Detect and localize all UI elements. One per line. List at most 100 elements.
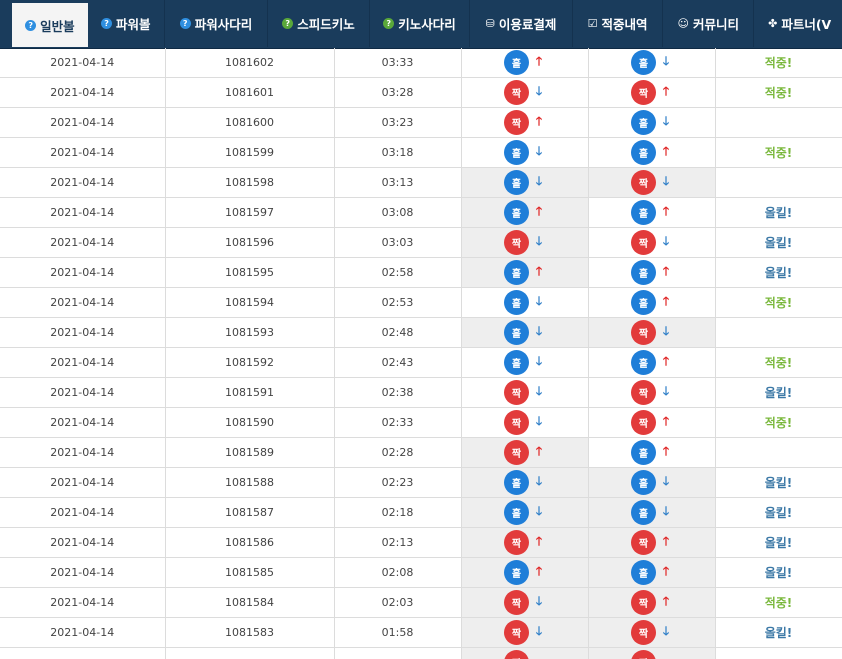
date-cell: 2021-04-14 [0, 167, 166, 198]
date-cell: 2021-04-14 [0, 197, 166, 228]
even-ball: 짝 [631, 620, 656, 645]
table-row: 2021-04-14 1081587 02:18 홀 🡓 홀 🡓 올킬! [0, 497, 842, 528]
odd-ball: 홀 [631, 260, 656, 285]
tab-label: 커뮤니티 [693, 17, 740, 32]
arrow-down-icon: 🡓 [535, 294, 543, 308]
tab-keno-ladder[interactable]: ? 키노사다리 [370, 0, 471, 47]
pick-a-cell: 홀 🡓 [461, 137, 589, 168]
result-cell: 적중! [715, 77, 842, 108]
result-badge: 올킬! [764, 506, 793, 520]
odd-ball: 홀 [631, 140, 656, 165]
odd-ball: 홀 [504, 320, 529, 345]
even-ball: 짝 [631, 320, 656, 345]
time-cell: 03:18 [334, 137, 462, 168]
pick-b-cell: 홀 🡑 [588, 197, 716, 228]
even-ball: 짝 [504, 80, 529, 105]
tab-community[interactable]: ☺ 커뮤니티 [663, 0, 755, 47]
tab-speed-keno[interactable]: ? 스피드키노 [268, 0, 370, 47]
arrow-down-icon: 🡓 [662, 174, 670, 188]
arrow-down-icon: 🡓 [535, 624, 543, 638]
round-cell: 1081587 [165, 497, 335, 528]
even-ball: 짝 [504, 440, 529, 465]
result-badge: 올킬! [764, 476, 793, 490]
tab-label: 파워볼 [116, 17, 151, 32]
arrow-down-icon: 🡓 [662, 384, 670, 398]
date-cell: 2021-04-14 [0, 317, 166, 348]
round-cell: 1081599 [165, 137, 335, 168]
time-cell: 02:13 [334, 527, 462, 558]
time-cell: 03:03 [334, 227, 462, 258]
odd-ball: 홀 [631, 440, 656, 465]
result-cell [715, 437, 842, 468]
odd-ball: 홀 [631, 560, 656, 585]
pick-a-cell: 짝 🡓 [461, 617, 589, 648]
pick-a-cell: 홀 🡓 [461, 167, 589, 198]
odd-ball: 홀 [504, 350, 529, 375]
table-row: 2021-04-14 1081600 03:23 짝 🡑 홀 🡓 [0, 107, 842, 138]
time-cell: 02:08 [334, 557, 462, 588]
tab-partner[interactable]: ✤ 파트너(V [754, 0, 842, 47]
pick-b-cell: 홀 🡑 [588, 257, 716, 288]
time-cell: 02:48 [334, 317, 462, 348]
even-ball: 짝 [504, 410, 529, 435]
checkbox-icon: ☑ [587, 17, 598, 30]
pick-b-cell: 짝 🡓 [588, 377, 716, 408]
table-row: 2021-04-14 1081595 02:58 홀 🡑 홀 🡑 올킬! [0, 257, 842, 288]
tab-general-ball[interactable]: ? 일반볼 [12, 3, 88, 47]
arrow-down-icon: 🡓 [535, 504, 543, 518]
pick-b-cell: 짝 🡓 [588, 317, 716, 348]
question-icon: ? [25, 19, 37, 31]
table-row: 2021-04-14 1081592 02:43 홀 🡓 홀 🡑 적중! [0, 347, 842, 378]
results-table-body: 2021-04-14 1081602 03:33 홀 🡑 홀 🡓 적중! 2021-04-14 1… [0, 48, 842, 659]
arrow-up-icon: 🡑 [535, 444, 543, 458]
arrow-up-icon: 🡑 [662, 534, 670, 548]
date-cell: 2021-04-14 [0, 437, 166, 468]
arrow-down-icon: 🡓 [535, 144, 543, 158]
tab-payment[interactable]: ⛁ 이용료결제 [470, 0, 573, 47]
table-row: 2021-04-14 1081593 02:48 홀 🡓 짝 🡓 [0, 317, 842, 348]
result-cell: 적중! [715, 48, 842, 78]
arrow-down-icon: 🡓 [535, 384, 543, 398]
result-cell: 적중! [715, 407, 842, 438]
even-ball: 짝 [631, 590, 656, 615]
arrow-up-icon: 🡑 [662, 294, 670, 308]
date-cell: 2021-04-14 [0, 527, 166, 558]
tab-label: 일반볼 [40, 18, 75, 34]
tab-power-ladder[interactable]: ? 파워사다리 [165, 0, 269, 47]
date-cell: 2021-04-14 [0, 107, 166, 138]
time-cell: 03:08 [334, 197, 462, 228]
odd-ball: 홀 [504, 560, 529, 585]
odd-ball: 홀 [504, 140, 529, 165]
round-cell: 1081584 [165, 587, 335, 618]
tab-powerball[interactable]: ? 파워볼 [88, 0, 165, 47]
round-cell: 1081597 [165, 197, 335, 228]
result-cell: 올킬! [715, 377, 842, 408]
tab-label: 적중내역 [601, 17, 648, 32]
round-cell: 1081593 [165, 317, 335, 348]
pick-b-cell: 짝 🡑 [588, 77, 716, 108]
table-row: 2021-04-14 1081599 03:18 홀 🡓 홀 🡑 적중! [0, 137, 842, 168]
tab-hit-history[interactable]: ☑ 적중내역 [573, 0, 664, 47]
time-cell: 02:53 [334, 287, 462, 318]
table-row: 2021-04-14 1081594 02:53 홀 🡓 홀 🡑 적중! [0, 287, 842, 318]
pick-a-cell: 홀 🡑 [461, 48, 589, 78]
partner-icon: ✤ [768, 17, 778, 30]
time-cell: 01:58 [334, 617, 462, 648]
odd-ball: 홀 [631, 350, 656, 375]
round-cell: 1081586 [165, 527, 335, 558]
result-badge: 적중! [764, 146, 793, 160]
round-cell: 1081583 [165, 617, 335, 648]
question-green-icon: ? [383, 18, 395, 29]
table-row: 2021-04-14 1081583 01:58 짝 🡓 짝 🡓 올킬! [0, 617, 842, 648]
pick-a-cell: 홀 🡓 [461, 317, 589, 348]
even-ball: 짝 [631, 80, 656, 105]
pick-a-cell: 홀 🡓 [461, 467, 589, 498]
pick-b-cell: 홀 🡓 [588, 107, 716, 138]
tab-label: 키노사다리 [398, 17, 456, 32]
pick-b-cell: 홀 🡑 [588, 347, 716, 378]
result-cell: 올킬! [715, 467, 842, 498]
arrow-down-icon: 🡓 [662, 234, 670, 248]
result-badge: 올킬! [764, 536, 793, 550]
result-cell: 올킬! [715, 527, 842, 558]
date-cell: 2021-04-14 [0, 287, 166, 318]
